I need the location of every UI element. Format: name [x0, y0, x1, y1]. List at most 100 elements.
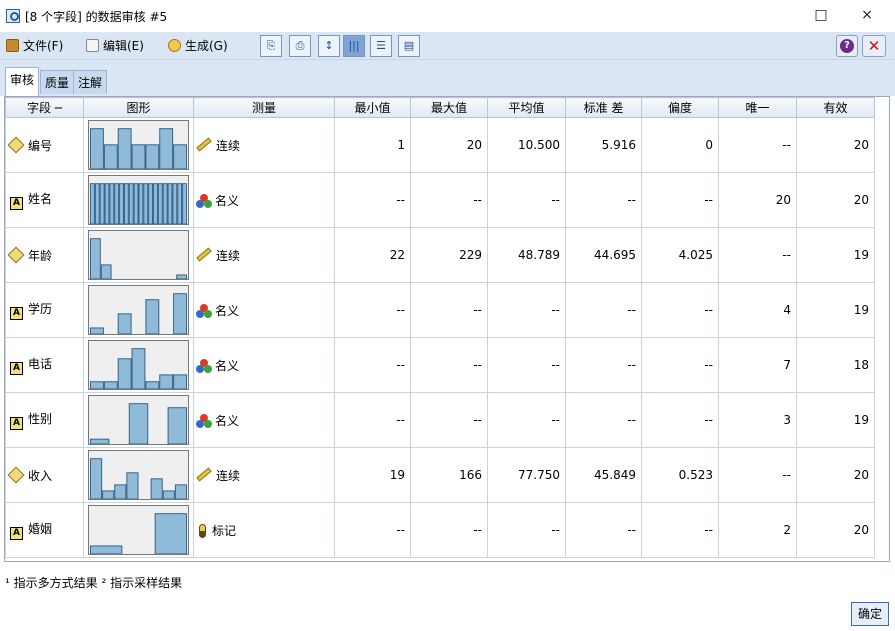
histogram-bar: [145, 144, 160, 169]
col-header-measure[interactable]: 测量: [193, 97, 335, 118]
field-name: 学历: [28, 302, 53, 316]
distribution-thumbnail[interactable]: [88, 120, 189, 170]
menu-file[interactable]: 文件(F): [6, 37, 63, 55]
graph-cell[interactable]: [83, 337, 194, 393]
distribution-thumbnail[interactable]: [88, 340, 189, 390]
graph-cell[interactable]: [83, 117, 194, 173]
tab-audit[interactable]: 审核: [5, 67, 40, 96]
valid-cell: 20: [796, 117, 875, 173]
table-row[interactable]: A 姓名 名义 -- -- -- -- -- 20 20: [5, 172, 875, 228]
max-cell: --: [410, 337, 488, 393]
title-bar: [8 个字段] 的数据审核 #5 □ ×: [0, 0, 895, 32]
field-name: 收入: [28, 468, 53, 483]
max-cell: --: [410, 282, 488, 338]
minimize-button[interactable]: □: [806, 5, 836, 25]
tab-bar: 审核 质量 注解: [0, 60, 895, 96]
print-button[interactable]: ⎙: [289, 35, 311, 57]
table-row[interactable]: A 婚姻 标记 -- -- -- -- -- 2 20: [5, 502, 875, 558]
col-header-unique[interactable]: 唯一: [718, 97, 797, 118]
histogram-bar: [133, 183, 139, 224]
histogram-bar: [117, 128, 132, 169]
histogram-bar: [104, 183, 110, 224]
sort-button[interactable]: ↕: [318, 35, 340, 57]
histogram-bar: [154, 513, 187, 554]
field-cell: 年龄: [5, 227, 84, 283]
field-name: 性别: [28, 412, 53, 426]
std-cell: --: [565, 337, 642, 393]
graph-cell[interactable]: [83, 502, 194, 558]
ok-button[interactable]: 确定: [851, 602, 889, 626]
min-cell: --: [334, 502, 411, 558]
continuous-type-icon: [7, 246, 25, 263]
histogram-bar: [162, 490, 175, 499]
string-type-icon: A: [10, 527, 23, 540]
mean-cell: --: [487, 392, 566, 448]
window-close-button[interactable]: ×: [852, 5, 882, 25]
graph-cell[interactable]: [83, 282, 194, 338]
max-cell: 166: [410, 447, 488, 503]
close-output-button[interactable]: ✕: [862, 35, 886, 57]
histogram-bar: [90, 327, 104, 334]
distribution-thumbnail[interactable]: [88, 285, 189, 335]
field-cell: A 电话: [5, 337, 84, 393]
tab-annotations[interactable]: 注解: [73, 70, 108, 94]
col-header-graph[interactable]: 图形: [83, 97, 194, 118]
col-header-max[interactable]: 最大值: [410, 97, 488, 118]
mean-cell: 48.789: [487, 227, 566, 283]
graph-cell[interactable]: [83, 227, 194, 283]
table-row[interactable]: A 性别 名义 -- -- -- -- -- 3 19: [5, 392, 875, 448]
histogram-bar: [159, 374, 174, 389]
measure-label: 名义: [215, 303, 240, 318]
distribution-thumbnail[interactable]: [88, 505, 189, 555]
grid-view-button[interactable]: |||: [343, 35, 365, 57]
unique-cell: --: [718, 117, 797, 173]
list-view-button[interactable]: ☰: [370, 35, 392, 57]
menu-edit[interactable]: 编辑(E): [86, 37, 144, 55]
histogram-bar: [90, 458, 103, 499]
measure-cell: 连续: [193, 227, 335, 283]
col-header-skewness[interactable]: 偏度: [641, 97, 719, 118]
distribution-thumbnail[interactable]: [88, 230, 189, 280]
histogram-bar: [123, 183, 129, 224]
histogram-bar: [102, 490, 115, 499]
skewness-cell: 0: [641, 117, 719, 173]
graph-cell[interactable]: [83, 172, 194, 228]
nominal-icon: [196, 303, 212, 318]
skewness-cell: --: [641, 392, 719, 448]
mean-cell: --: [487, 502, 566, 558]
tab-quality[interactable]: 质量: [40, 70, 75, 94]
histogram-bar: [103, 144, 118, 169]
distribution-thumbnail[interactable]: [88, 395, 189, 445]
histogram-bar: [131, 144, 146, 169]
histogram-bar: [114, 484, 127, 499]
histogram-bar: [114, 183, 120, 224]
histogram-bar: [172, 183, 178, 224]
col-header-field[interactable]: 字段 ─: [5, 97, 84, 118]
min-cell: --: [334, 282, 411, 338]
table-row[interactable]: 年龄 连续 22 229 48.789 44.695 4.025 -- 19: [5, 227, 875, 283]
histogram-bar: [157, 183, 163, 224]
distribution-thumbnail[interactable]: [88, 175, 189, 225]
export-button[interactable]: ▤: [398, 35, 420, 57]
max-cell: --: [410, 172, 488, 228]
copy-graph-button[interactable]: ⎘: [260, 35, 282, 57]
graph-cell[interactable]: [83, 392, 194, 448]
col-header-std[interactable]: 标准 差: [565, 97, 642, 118]
graph-cell[interactable]: [83, 447, 194, 503]
histogram-bar: [90, 381, 104, 389]
help-button[interactable]: ?: [836, 35, 858, 57]
distribution-thumbnail[interactable]: [88, 450, 189, 500]
table-row[interactable]: 收入 连续 19 166 77.750 45.849 0.523 -- 20: [5, 447, 875, 503]
audit-table-container[interactable]: 字段 ─ 图形 测量 最小值 最大值 平均值 标准 差 偏度 唯一 有效 编号连…: [4, 96, 890, 562]
menu-generate[interactable]: 生成(G): [168, 37, 228, 55]
col-header-min[interactable]: 最小值: [334, 97, 411, 118]
document-icon: [86, 39, 99, 52]
measure-cell: 名义: [193, 392, 335, 448]
string-type-icon: A: [10, 307, 23, 320]
skewness-cell: 0.523: [641, 447, 719, 503]
table-row[interactable]: A 电话 名义 -- -- -- -- -- 7 18: [5, 337, 875, 393]
table-row[interactable]: A 学历 名义 -- -- -- -- -- 4 19: [5, 282, 875, 338]
table-row[interactable]: 编号 连续 1 20 10.500 5.916 0 -- 20: [5, 117, 875, 173]
col-header-valid[interactable]: 有效: [796, 97, 875, 118]
col-header-mean[interactable]: 平均值: [487, 97, 566, 118]
